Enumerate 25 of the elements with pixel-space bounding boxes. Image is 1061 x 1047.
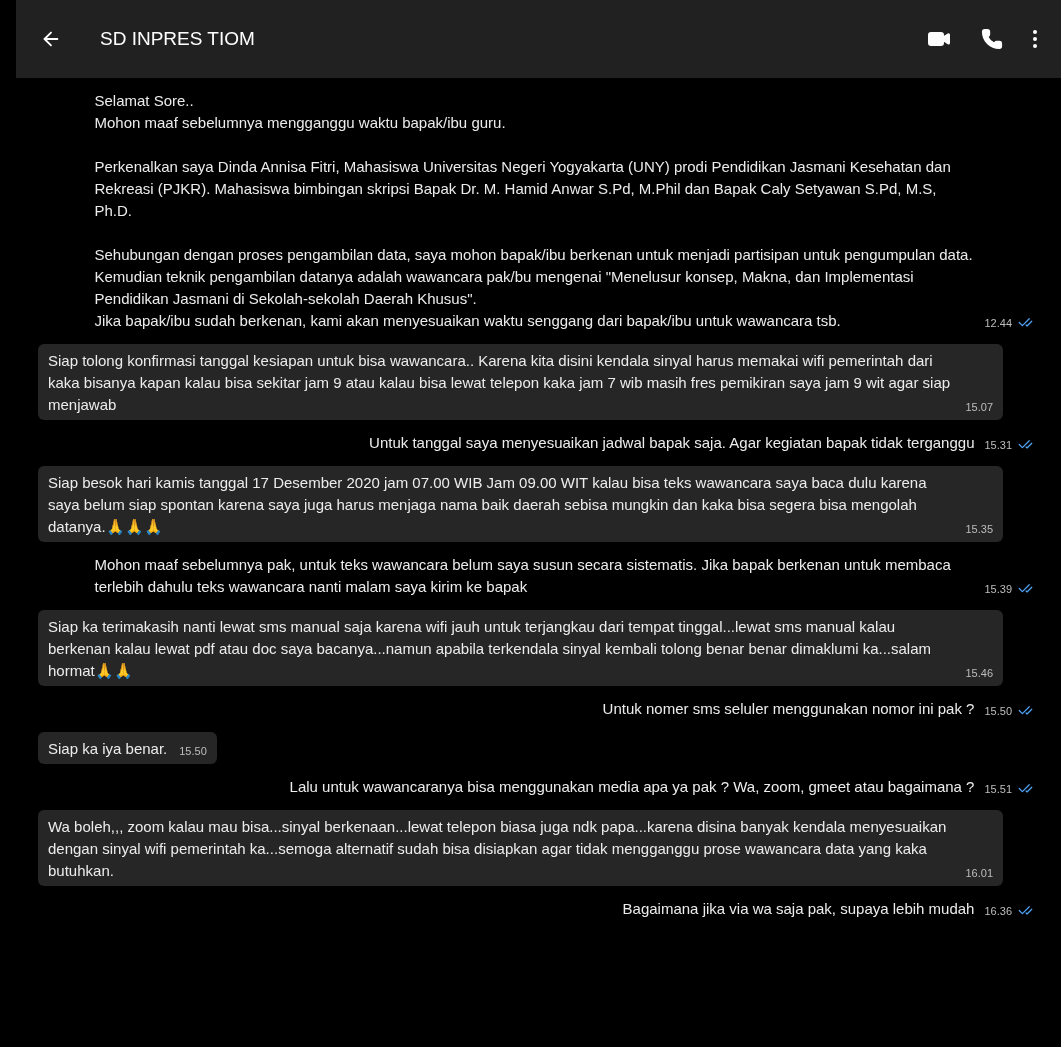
message-text: Untuk tanggal saya menyesuaikan jadwal bapak saja. Agar kegiatan bapak tidak terganggu — [369, 433, 975, 453]
message-text: Siap ka terimakasih nanti lewat sms manual saja karena wifi jauh untuk terjangkau dari tempat tinggal...lewat sms manual kalau berkenan kalau lewat pdf atau doc saya bacanya...namun apabila terkendala sinyal kembali tolong benar benar dimaklumi ka...salam hormat🙏🙏 — [48, 617, 933, 681]
message-time: 16.36 — [984, 903, 1012, 919]
chat-title: SD INPRES TIOM — [100, 26, 256, 51]
message-text: Lalu untuk wawancaranya bisa menggunakan media apa ya pak ? Wa, zoom, gmeet atau bagaimana ? — [289, 777, 975, 797]
message-time: 15.31 — [984, 437, 1012, 453]
message-time: 12.44 — [984, 315, 1012, 331]
message-text: Siap besok hari kamis tanggal 17 Desember 2020 jam 07.00 WIB Jam 09.00 WIT kalau bisa teks wawancara saya baca dulu karena saya belum siap spontan karena saya juga harus menjaga nama baik daerah sebisa mungkin dan kaka bisa segera bisa mengolah datanya.🙏🙏🙏 — [48, 473, 928, 537]
message-time: 15.39 — [984, 581, 1012, 597]
message-text: Siap ka iya benar. — [48, 739, 168, 759]
message-text: Bagaimana jika via wa saja pak, supaya lebih mudah — [622, 899, 975, 919]
message-text: Untuk nomer sms seluler menggunakan nomor ini pak ? — [602, 699, 975, 719]
message-text: Mohon maaf sebelumnya pak, untuk teks wawancara belum saya susun secara sistematis. Jika bapak berkenan untuk membaca terlebih dahulu teks wawancara nanti malam saya kirim ke bapak — [94, 555, 952, 597]
message-time: 15.50 — [179, 743, 207, 759]
message-time: 15.50 — [984, 703, 1012, 719]
more-options-icon — [1033, 30, 1037, 48]
phone-icon — [981, 28, 1003, 50]
message-time: 16.01 — [965, 865, 993, 881]
message-time: 15.46 — [965, 665, 993, 681]
message-time: 15.07 — [965, 399, 993, 415]
message-time: 15.51 — [984, 781, 1012, 797]
message-text: Wa boleh,,, zoom kalau mau bisa...sinyal berkenaan...lewat telepon biasa juga ndk papa...karena disina banyak kendala menyesuaikan dengan sinyal wifi pemerintah ka...semoga alternatif sudah bisa disiapkan agar tidak mengganggu prose wawancara data yang kaka butuhkan. — [48, 817, 948, 881]
message-time: 15.35 — [965, 521, 993, 537]
message-text: Selamat Sore.. Mohon maaf sebelumnya mengganggu waktu bapak/ibu guru. Perkenalkan saya Dinda Annisa Fitri, Mahasiswa Universitas Negeri Yogyakarta (UNY) prodi Pendidikan Jasmani Kesehatan dan Rekreasi (PJKR). Mahasiswa bimbingan skripsi Bapak Dr. M. Hamid Anwar S.Pd, M.Phil dan Bapak Caly Setyawan S.Pd, M.S, Ph.D. Sehubungan dengan proses pengambilan data, saya mohon bapak/ibu berkenan untuk menjadi partisipan untuk pengumpulan data. Kemudian teknik pengambilan datanya adalah wawancara pak/bu mengenai "Menelusur konsep, Makna, dan Implementasi Pendidikan Jasmani di Sekolah-sekolah Daerah Khusus". Jika bapak/ibu sudah berkenan, kami akan menyesuaikan waktu senggang dari bapak/ibu untuk wawancara tsb. — [94, 91, 974, 331]
message-text: Siap tolong konfirmasi tanggal kesiapan untuk bisa wawancara.. Karena kita disini kendala sinyal harus memakai wifi pemerintah dari kaka bisanya kapan kalau bisa sekitar jam 9 atau kalau bisa lewat telepon kaka jam 7 wib masih fres pemikiran saya jam 9 wit agar siap menjawab — [48, 351, 952, 415]
